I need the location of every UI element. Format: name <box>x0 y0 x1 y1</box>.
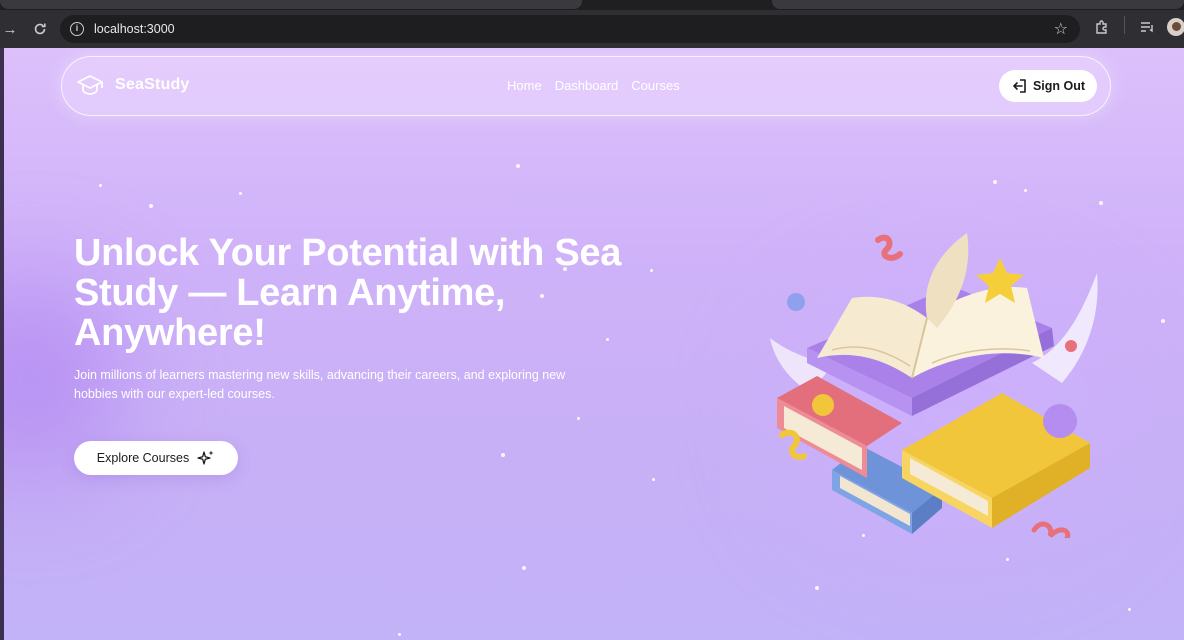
brand-logo[interactable]: SeaStudy <box>77 74 190 96</box>
sparkle-dot <box>1006 558 1009 561</box>
profile-avatar[interactable] <box>1167 18 1184 36</box>
hero-subtitle: Join millions of learners mastering new … <box>74 368 566 401</box>
sparkle-dot <box>577 417 580 420</box>
nav-link-dashboard[interactable]: Dashboard <box>555 78 619 93</box>
nav-link-home[interactable]: Home <box>507 78 542 93</box>
sparkle-dot <box>239 192 242 195</box>
explore-courses-button[interactable]: Explore Courses <box>74 441 238 475</box>
sparkle-dot <box>398 633 401 636</box>
browser-tab-strip <box>0 0 1184 10</box>
browser-toolbar: → i localhost:3000 ☆ <box>0 10 1184 48</box>
bookmark-star-icon[interactable]: ☆ <box>1054 19 1068 39</box>
sparkle-dot <box>652 478 655 481</box>
sparkle-dot <box>516 164 520 168</box>
hero-title: Unlock Your Potential with Sea Study — L… <box>74 232 622 354</box>
sphere-yellow <box>812 394 834 416</box>
address-bar[interactable]: i localhost:3000 ☆ <box>60 15 1080 43</box>
sign-out-button[interactable]: Sign Out <box>999 70 1097 102</box>
site-info-icon[interactable]: i <box>70 22 84 36</box>
books-illustration <box>770 233 1098 538</box>
reading-list-icon[interactable] <box>1139 19 1155 39</box>
page-left-edge <box>0 48 4 640</box>
sparkles-icon <box>197 450 214 465</box>
squiggle-red-top <box>875 234 903 261</box>
sphere-purple <box>1043 404 1077 438</box>
sparkle-dot <box>815 586 819 590</box>
sparkle-dot <box>1128 608 1131 611</box>
sparkle-dot <box>1161 319 1165 323</box>
graduation-cap-icon <box>77 75 103 95</box>
sparkle-dot <box>501 453 505 457</box>
sphere-red <box>1065 340 1077 352</box>
explore-courses-label: Explore Courses <box>96 451 190 465</box>
sparkle-dot <box>99 184 102 187</box>
page-viewport: SeaStudy Home Dashboard Courses Sign Out… <box>0 48 1184 640</box>
brand-name: SeaStudy <box>115 76 190 93</box>
sparkle-dot <box>522 566 526 570</box>
sign-out-label: Sign Out <box>1032 79 1086 93</box>
reload-icon[interactable] <box>28 17 52 41</box>
squiggle-red-bottom <box>1031 521 1071 538</box>
sparkle-dot <box>993 180 997 184</box>
extensions-icon[interactable] <box>1094 19 1110 39</box>
browser-tab[interactable] <box>0 0 582 9</box>
sphere-blue <box>787 293 805 311</box>
logout-icon <box>1013 79 1026 93</box>
toolbar-divider <box>1124 16 1125 34</box>
forward-icon[interactable]: → <box>0 17 20 41</box>
nav-links: Home Dashboard Courses <box>507 78 680 93</box>
site-navbar: SeaStudy Home Dashboard Courses Sign Out <box>61 56 1111 116</box>
browser-tab[interactable] <box>772 0 1184 9</box>
address-url[interactable]: localhost:3000 <box>94 22 175 36</box>
sparkle-dot <box>149 204 153 208</box>
nav-link-courses[interactable]: Courses <box>631 78 679 93</box>
sparkle-dot <box>650 269 653 272</box>
